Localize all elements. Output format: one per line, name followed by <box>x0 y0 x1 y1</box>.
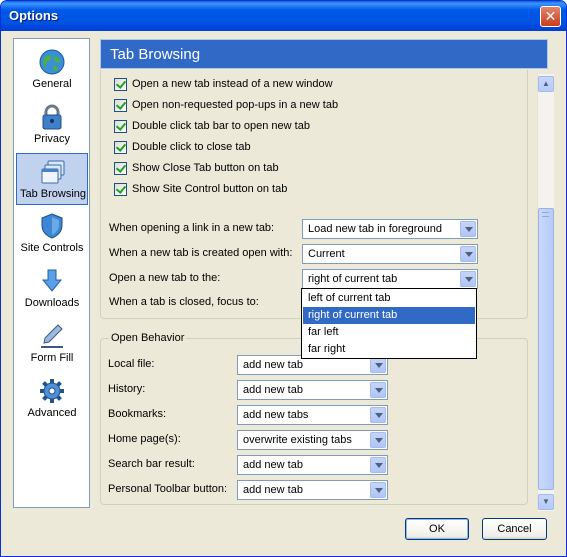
sidebar-item-form-fill[interactable]: Form Fill <box>16 318 88 370</box>
setting-label: Open a new tab to the: <box>109 272 221 284</box>
vertical-scrollbar[interactable]: ▲ ▼ <box>537 74 554 511</box>
panel-title: Tab Browsing <box>110 46 201 63</box>
scroll-down-icon: ▼ <box>542 497 550 506</box>
checkbox[interactable] <box>114 162 127 175</box>
checkbox-label: Show Site Control button on tab <box>132 183 288 195</box>
setting-label: When opening a link in a new tab: <box>109 222 275 234</box>
chevron-down-icon[interactable] <box>370 357 386 373</box>
checkbox-label: Open non-requested pop-ups in a new tab <box>132 99 339 111</box>
tab-position-dropdown-list[interactable]: left of current tab right of current tab… <box>301 288 477 359</box>
cancel-button[interactable]: Cancel <box>482 518 547 540</box>
sidebar-item-label: Advanced <box>27 407 77 419</box>
select-value: Load new tab in foreground <box>308 223 442 235</box>
open-behavior-label: Search bar result: <box>108 458 195 470</box>
sidebar-item-downloads[interactable]: Downloads <box>16 263 88 315</box>
pen-icon <box>41 324 63 348</box>
open-behavior-label: History: <box>108 383 146 395</box>
title-bar[interactable]: Options ✕ <box>1 1 566 31</box>
open-behavior-label: Home page(s): <box>108 433 181 445</box>
category-sidebar: General Privacy Tab Browsing Site Contro… <box>13 38 90 508</box>
personal-toolbar-select[interactable]: add new tab <box>237 480 388 500</box>
home-page-select[interactable]: overwrite existing tabs <box>237 430 388 450</box>
globe-icon <box>39 49 65 75</box>
search-bar-result-select[interactable]: add new tab <box>237 455 388 475</box>
dropdown-option[interactable]: far left <box>303 324 475 341</box>
sidebar-item-label: Form Fill <box>30 352 74 364</box>
close-button[interactable]: ✕ <box>540 6 561 27</box>
padlock-icon <box>42 104 62 130</box>
select-value: right of current tab <box>308 273 398 285</box>
sidebar-item-advanced[interactable]: Advanced <box>16 373 88 425</box>
bookmarks-select[interactable]: add new tabs <box>237 405 388 425</box>
scrollbar-grip-icon <box>542 212 549 217</box>
history-select[interactable]: add new tab <box>237 380 388 400</box>
sidebar-item-label: Downloads <box>24 297 80 309</box>
sidebar-item-label: Privacy <box>33 133 71 145</box>
window-title: Options <box>9 8 59 23</box>
open-behavior-group: Open Behavior Local file: add new tab Hi… <box>100 332 528 505</box>
new-tab-position-select[interactable]: right of current tab <box>302 269 478 289</box>
chevron-down-icon[interactable] <box>460 271 476 287</box>
checkbox[interactable] <box>114 78 127 91</box>
group-title: Open Behavior <box>109 332 187 344</box>
chevron-down-icon[interactable] <box>460 221 476 237</box>
tabs-icon <box>41 160 65 184</box>
new-tab-open-with-select[interactable]: Current <box>302 244 478 264</box>
panel-header: Tab Browsing <box>100 39 548 69</box>
select-value: overwrite existing tabs <box>243 434 352 446</box>
scrollbar-thumb[interactable] <box>538 208 554 490</box>
new-tab-load-select[interactable]: Load new tab in foreground <box>302 219 478 239</box>
checkbox-label: Double click to close tab <box>132 141 251 153</box>
tab-settings-group: Open a new tab instead of a new window O… <box>100 70 528 319</box>
ok-button[interactable]: OK <box>405 518 469 540</box>
sidebar-item-site-controls[interactable]: Site Controls <box>16 208 88 260</box>
dropdown-option[interactable]: left of current tab <box>303 290 475 307</box>
shield-icon <box>41 213 63 239</box>
checkbox[interactable] <box>114 141 127 154</box>
checkbox[interactable] <box>114 183 127 196</box>
download-arrow-icon <box>41 269 63 292</box>
open-behavior-label: Bookmarks: <box>108 408 167 420</box>
select-value: add new tab <box>243 359 303 371</box>
open-behavior-label: Personal Toolbar button: <box>108 483 228 495</box>
sidebar-item-label: Site Controls <box>20 242 84 254</box>
sidebar-item-privacy[interactable]: Privacy <box>16 99 88 151</box>
sidebar-item-general[interactable]: General <box>16 44 88 96</box>
sidebar-item-label: General <box>32 78 72 90</box>
select-value: Current <box>308 248 345 260</box>
sidebar-item-tab-browsing[interactable]: Tab Browsing <box>16 153 88 205</box>
select-value: add new tabs <box>243 409 309 421</box>
chevron-down-icon[interactable] <box>370 482 386 498</box>
chevron-down-icon[interactable] <box>370 457 386 473</box>
chevron-down-icon[interactable] <box>370 407 386 423</box>
chevron-down-icon[interactable] <box>370 382 386 398</box>
close-icon: ✕ <box>544 8 557 24</box>
select-value: add new tab <box>243 384 303 396</box>
checkbox-label: Double click tab bar to open new tab <box>132 120 310 132</box>
scroll-up-button[interactable]: ▲ <box>538 76 554 92</box>
sidebar-item-label: Tab Browsing <box>19 188 87 200</box>
checkbox[interactable] <box>114 99 127 112</box>
scroll-up-icon: ▲ <box>542 79 550 88</box>
select-value: add new tab <box>243 459 303 471</box>
checkbox[interactable] <box>114 120 127 133</box>
scroll-down-button[interactable]: ▼ <box>538 494 554 510</box>
dropdown-option-selected[interactable]: right of current tab <box>303 307 475 324</box>
select-value: add new tab <box>243 484 303 496</box>
dropdown-option[interactable]: far right <box>303 341 475 358</box>
checkbox-label: Show Close Tab button on tab <box>132 162 279 174</box>
gear-icon <box>40 379 64 403</box>
setting-label: When a tab is closed, focus to: <box>109 296 259 308</box>
checkbox-label: Open a new tab instead of a new window <box>132 78 333 90</box>
setting-label: When a new tab is created open with: <box>109 247 293 259</box>
chevron-down-icon[interactable] <box>460 246 476 262</box>
open-behavior-label: Local file: <box>108 358 155 370</box>
chevron-down-icon[interactable] <box>370 432 386 448</box>
